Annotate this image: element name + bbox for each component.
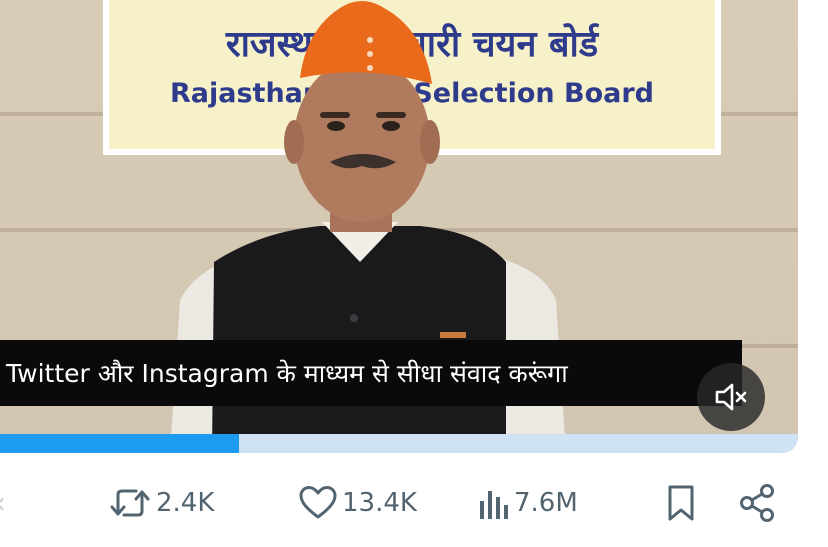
retweet-button[interactable]: 2.4K (108, 480, 214, 526)
mute-toggle-button[interactable] (697, 363, 765, 431)
partial-reply-icon[interactable]: ‹ (0, 486, 6, 521)
video-progress-bar[interactable] (0, 434, 798, 453)
mute-icon (715, 383, 747, 411)
share-icon (740, 484, 774, 522)
bookmark-icon (668, 485, 694, 521)
share-button[interactable] (738, 480, 778, 526)
video-caption: Twitter और Instagram के माध्यम से सीधा स… (0, 340, 742, 406)
views-icon (480, 491, 508, 519)
like-button[interactable]: 13.4K (298, 480, 417, 526)
tweet-action-bar: ‹ 2.4K 13.4K 7.6M (0, 470, 828, 540)
heart-icon (299, 486, 337, 519)
caption-text: Twitter और Instagram के माध्यम से सीधा स… (6, 359, 568, 388)
view-count: 7.6M (514, 488, 578, 518)
retweet-icon (110, 489, 150, 517)
like-count: 13.4K (342, 488, 417, 518)
bookmark-button[interactable] (664, 480, 698, 526)
views-button[interactable]: 7.6M (476, 480, 578, 526)
video-progress-fill (0, 434, 240, 453)
video-player[interactable]: राजस्थान कर्मचारी चयन बोर्ड Rajasthan St… (0, 0, 798, 453)
retweet-count: 2.4K (156, 488, 215, 518)
